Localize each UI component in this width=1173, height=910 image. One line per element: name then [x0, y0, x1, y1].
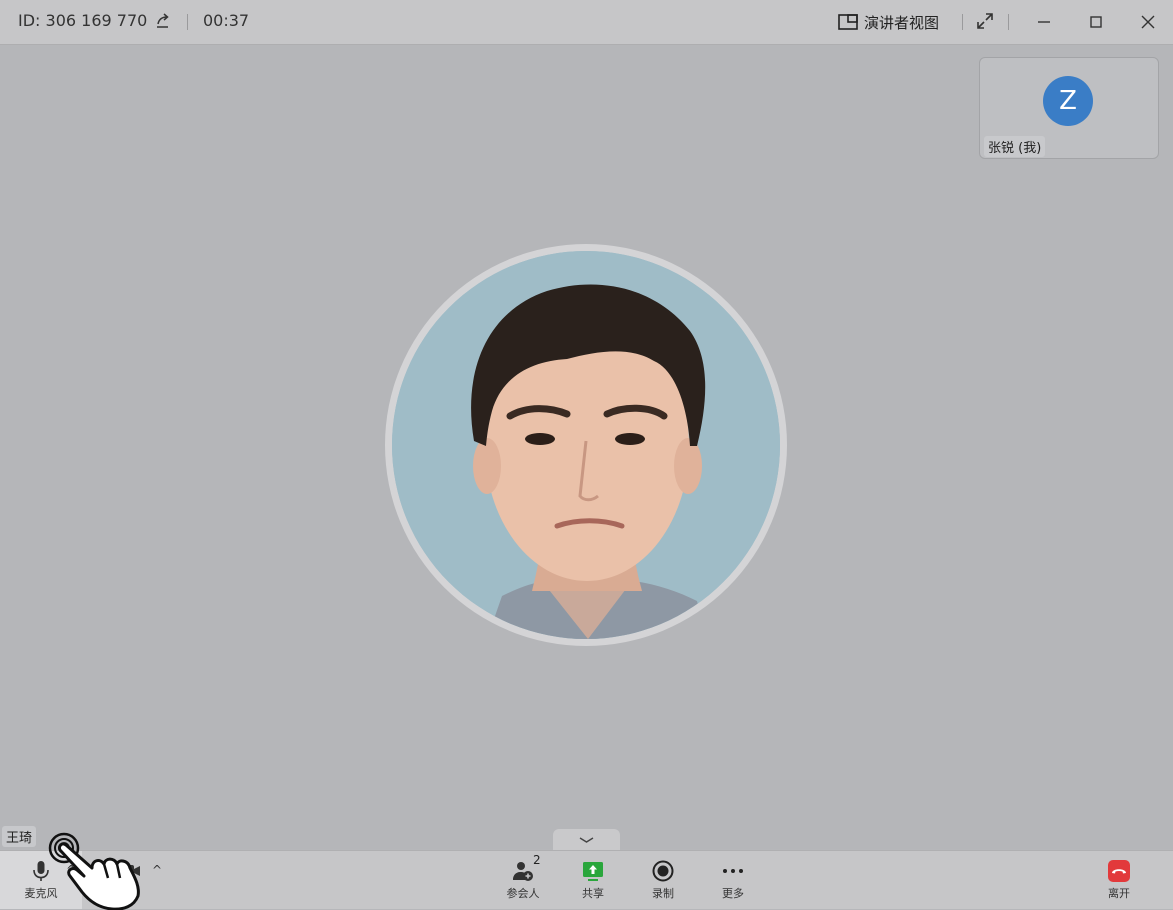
participants-label: 参会人 — [506, 887, 540, 900]
close-icon[interactable] — [1136, 10, 1160, 34]
speaker-name-tag: 王琦 — [2, 826, 37, 847]
more-button[interactable]: 更多 — [710, 851, 756, 909]
camera-icon — [118, 859, 142, 883]
more-icon — [721, 859, 745, 883]
hang-up-icon — [1107, 859, 1131, 883]
leave-label: 离开 — [1108, 887, 1130, 900]
share-screen-icon — [581, 859, 605, 883]
share-link-icon[interactable] — [155, 12, 171, 30]
video-options-chevron-up-icon[interactable]: ^ — [152, 863, 162, 877]
record-icon — [651, 859, 675, 883]
divider — [962, 14, 963, 30]
speaker-view-icon — [838, 14, 858, 30]
video-label: 头 — [124, 887, 136, 900]
chevron-down-icon — [579, 837, 594, 843]
maximize-icon[interactable] — [1084, 10, 1108, 34]
speaker-view-label: 演讲者视图 — [864, 13, 940, 32]
participants-count: 2 — [533, 853, 541, 867]
divider — [1008, 14, 1009, 30]
microphone-icon — [29, 859, 53, 883]
bottom-toolbar: 麦克风 ^ 头 ^ 2 参会人 共享 录制 更多 离开 — [0, 850, 1173, 909]
leave-button[interactable]: 离开 — [1096, 851, 1142, 909]
meeting-id: ID: 306 169 770 — [18, 11, 148, 30]
speaker-avatar — [392, 251, 780, 639]
more-label: 更多 — [722, 887, 744, 900]
fullscreen-icon[interactable] — [976, 12, 994, 30]
collapse-toolbar-button[interactable] — [553, 829, 620, 850]
record-button[interactable]: 录制 — [640, 851, 686, 909]
title-bar: ID: 306 169 770 00:37 演讲者视图 — [0, 0, 1173, 45]
participants-button[interactable]: 2 参会人 — [500, 851, 546, 909]
self-name-label: 张锐 (我) — [984, 136, 1046, 157]
participants-icon: 2 — [511, 853, 541, 883]
minimize-icon[interactable] — [1032, 10, 1056, 34]
microphone-label: 麦克风 — [24, 887, 58, 900]
self-video-tile[interactable]: Z 张锐 (我) — [979, 57, 1159, 159]
share-label: 共享 — [582, 887, 604, 900]
speaker-avatar-frame — [385, 244, 787, 646]
meeting-timer: 00:37 — [203, 11, 250, 30]
microphone-button[interactable]: 麦克风 — [0, 851, 82, 909]
record-label: 录制 — [652, 887, 674, 900]
self-avatar: Z — [1043, 76, 1093, 126]
video-button[interactable]: 头 — [100, 851, 160, 909]
share-button[interactable]: 共享 — [570, 851, 616, 909]
divider — [187, 14, 188, 30]
mic-options-chevron-up-icon[interactable]: ^ — [66, 863, 76, 877]
speaker-view-button[interactable]: 演讲者视图 — [838, 9, 939, 35]
